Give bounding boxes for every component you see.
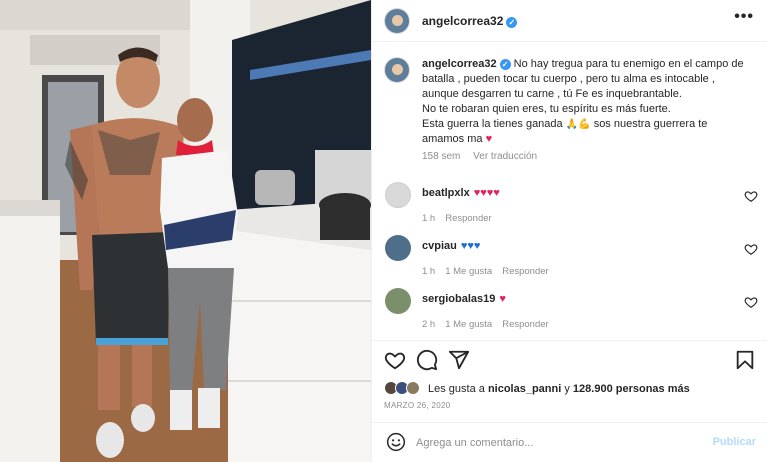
comment-age: 2 h <box>422 319 436 330</box>
comment-item: sergiobalas19 ♥ 2 h 1 Me gusta Responder <box>372 288 767 348</box>
commenter-avatar[interactable] <box>385 235 411 261</box>
comment-like-heart-icon[interactable] <box>744 295 758 309</box>
post-photo-illustration <box>0 0 371 462</box>
post-side-panel: angelcorrea32 ✓ ••• angelcorrea32 ✓ No hay… <box>371 0 767 462</box>
publish-button[interactable]: Publicar <box>713 436 756 448</box>
caption-author-avatar[interactable] <box>384 57 410 83</box>
caption-meta: 158 sem Ver traducción <box>422 151 547 162</box>
caption-age: 158 sem <box>422 151 461 162</box>
commenter-username[interactable]: cvpiau <box>422 240 457 252</box>
share-icon[interactable] <box>448 349 470 371</box>
bookmark-icon[interactable] <box>734 349 756 371</box>
caption-line-3: Esta guerra la tienes ganada <box>422 118 563 130</box>
commenter-avatar[interactable] <box>385 288 411 314</box>
add-comment-bar: Publicar <box>372 422 767 462</box>
author-avatar[interactable] <box>384 8 410 34</box>
liker-avatars <box>384 381 424 395</box>
post-header: angelcorrea32 ✓ ••• <box>372 0 767 42</box>
likes-conjunction: y <box>564 383 570 395</box>
comment-likes[interactable]: 1 Me gusta <box>445 266 492 277</box>
comment-reply-button[interactable]: Responder <box>445 213 491 224</box>
post-date: MARZO 26, 2020 <box>384 401 451 410</box>
commenter-username[interactable]: sergiobalas19 <box>422 293 495 305</box>
add-comment-input[interactable] <box>416 434 686 452</box>
comment-reply-button[interactable]: Responder <box>502 266 548 277</box>
comment-reply-button[interactable]: Responder <box>502 319 548 330</box>
heart-emoji-icon: ♥ <box>499 293 506 305</box>
comment-item: beatlpxlx ♥♥♥♥ 1 h Responder <box>372 182 767 242</box>
liker-avatar <box>406 381 420 395</box>
commenter-avatar[interactable] <box>385 182 411 208</box>
comment-text: cvpiau ♥♥♥ <box>422 240 480 252</box>
emoji-icon[interactable] <box>386 432 406 452</box>
comment-icon[interactable] <box>416 349 438 371</box>
post-photo[interactable] <box>0 0 371 462</box>
caption-line-2: No te robaran quien eres, tu espíritu es… <box>422 103 671 115</box>
comment-like-heart-icon[interactable] <box>744 242 758 256</box>
comment-likes[interactable]: 1 Me gusta <box>445 319 492 330</box>
commenter-username[interactable]: beatlpxlx <box>422 187 470 199</box>
comment-age: 1 h <box>422 213 436 224</box>
more-options-icon[interactable]: ••• <box>734 8 754 26</box>
translate-link[interactable]: Ver traducción <box>473 151 537 162</box>
likes-summary: Les gusta a nicolas_panni y 128.900 pers… <box>384 381 690 395</box>
verified-badge-icon: ✓ <box>499 59 511 70</box>
comment-meta: 1 h 1 Me gusta Responder <box>422 266 559 277</box>
comment-meta: 1 h Responder <box>422 213 502 224</box>
pray-muscle-emoji-icon: 🙏💪 <box>565 119 591 130</box>
comment-meta: 2 h 1 Me gusta Responder <box>422 319 559 330</box>
author-username[interactable]: angelcorrea32 ✓ <box>422 14 518 28</box>
post-caption: angelcorrea32 ✓ No hay tregua para tu ene… <box>422 57 752 147</box>
heart-emoji-icon: ♥♥♥♥ <box>473 187 500 199</box>
post-action-bar <box>372 340 767 376</box>
comment-item: cvpiau ♥♥♥ 1 h 1 Me gusta Responder <box>372 235 767 295</box>
comment-age: 1 h <box>422 266 436 277</box>
likes-count[interactable]: 128.900 personas más <box>573 383 690 395</box>
comment-like-heart-icon[interactable] <box>744 189 758 203</box>
comment-text: beatlpxlx ♥♥♥♥ <box>422 187 500 199</box>
red-heart-icon: ♥ <box>485 133 493 145</box>
liker-username[interactable]: nicolas_panni <box>488 383 561 395</box>
verified-badge-icon: ✓ <box>506 17 518 28</box>
heart-icon[interactable] <box>384 349 406 371</box>
caption-username[interactable]: angelcorrea32 <box>422 58 497 70</box>
likes-prefix: Les gusta a <box>428 383 485 395</box>
blue-heart-emoji-icon: ♥♥♥ <box>460 240 481 252</box>
comment-text: sergiobalas19 ♥ <box>422 293 506 305</box>
